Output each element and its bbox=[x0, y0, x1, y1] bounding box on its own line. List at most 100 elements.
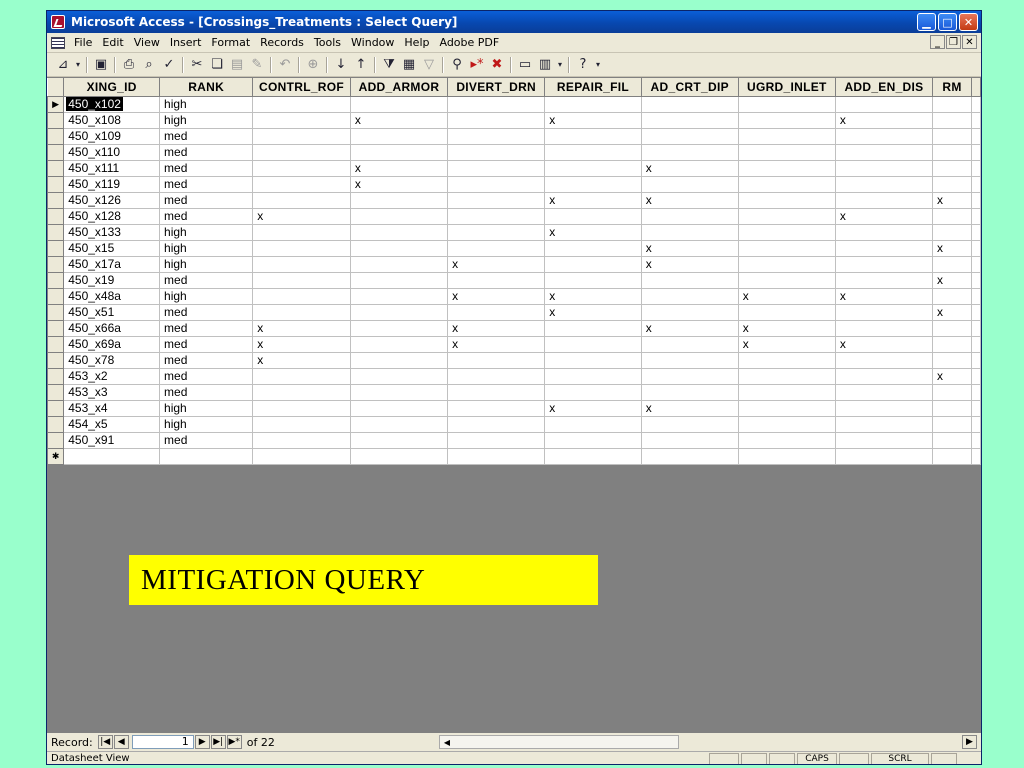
table-cell[interactable] bbox=[932, 112, 972, 129]
table-cell[interactable] bbox=[252, 256, 351, 273]
menu-insert[interactable]: Insert bbox=[165, 36, 207, 49]
menu-view[interactable]: View bbox=[129, 36, 165, 49]
table-cell[interactable] bbox=[640, 176, 739, 193]
table-cell[interactable] bbox=[544, 336, 642, 353]
record-selector[interactable] bbox=[47, 192, 65, 209]
table-cell[interactable]: x bbox=[544, 400, 642, 417]
table-cell[interactable]: x bbox=[737, 288, 836, 305]
record-selector[interactable] bbox=[47, 144, 65, 161]
table-cell[interactable] bbox=[349, 384, 449, 401]
table-row[interactable]: 450_x109 med bbox=[47, 128, 981, 145]
table-cell[interactable]: x bbox=[932, 304, 972, 321]
table-cell[interactable] bbox=[737, 304, 836, 321]
table-cell[interactable] bbox=[640, 304, 739, 321]
table-cell[interactable] bbox=[834, 176, 934, 193]
table-cell[interactable]: x bbox=[252, 320, 351, 337]
table-cell[interactable] bbox=[349, 288, 449, 305]
table-cell[interactable] bbox=[640, 144, 739, 161]
delete-record-icon[interactable]: ✖ bbox=[487, 56, 507, 74]
table-cell[interactable] bbox=[252, 400, 351, 417]
table-cell[interactable] bbox=[349, 240, 449, 257]
record-selector[interactable] bbox=[47, 432, 65, 449]
table-cell[interactable] bbox=[447, 240, 546, 257]
menu-adobe-pdf[interactable]: Adobe PDF bbox=[434, 36, 504, 49]
table-cell[interactable] bbox=[447, 160, 546, 177]
table-cell[interactable] bbox=[932, 416, 972, 433]
table-cell[interactable] bbox=[834, 352, 934, 369]
table-cell[interactable] bbox=[447, 368, 546, 385]
table-cell[interactable] bbox=[447, 96, 546, 113]
new-record-row[interactable]: ✱ bbox=[47, 448, 981, 465]
record-selector[interactable] bbox=[47, 272, 65, 289]
scroll-right-icon[interactable]: ▶ bbox=[962, 735, 977, 749]
table-cell[interactable]: x bbox=[544, 112, 642, 129]
table-cell[interactable]: x bbox=[932, 192, 972, 209]
table-cell[interactable]: x bbox=[640, 400, 739, 417]
record-selector[interactable] bbox=[47, 320, 65, 337]
column-header-contrl-rof[interactable]: CONTRL_ROF bbox=[252, 77, 351, 97]
table-cell[interactable] bbox=[640, 368, 739, 385]
column-header-add-armor[interactable]: ADD_ARMOR bbox=[349, 77, 449, 97]
record-selector[interactable] bbox=[47, 400, 65, 417]
table-row[interactable]: 450_x111 med x x bbox=[47, 160, 981, 177]
table-row[interactable]: 453_x2 med x bbox=[47, 368, 981, 385]
spelling-icon[interactable]: ✓ bbox=[159, 56, 179, 74]
table-cell[interactable]: high bbox=[159, 240, 254, 257]
table-cell[interactable]: 453_x2 bbox=[63, 368, 161, 385]
table-cell[interactable] bbox=[640, 272, 739, 289]
doc-close-button[interactable]: ✕ bbox=[962, 35, 977, 49]
table-cell[interactable] bbox=[252, 128, 351, 145]
table-cell[interactable] bbox=[932, 432, 972, 449]
table-cell[interactable]: 450_x48a bbox=[63, 288, 161, 305]
doc-minimize-button[interactable]: _ bbox=[930, 35, 945, 49]
record-selector[interactable] bbox=[47, 288, 65, 305]
maximize-button[interactable]: □ bbox=[938, 13, 957, 31]
table-cell[interactable]: med bbox=[159, 128, 254, 145]
table-row[interactable]: 450_x15 high x x bbox=[47, 240, 981, 257]
help-icon[interactable]: ? bbox=[573, 56, 593, 74]
table-cell[interactable]: med bbox=[159, 144, 254, 161]
table-cell[interactable]: 450_x126 bbox=[63, 192, 161, 209]
table-cell[interactable] bbox=[544, 416, 642, 433]
table-cell[interactable] bbox=[252, 96, 351, 113]
table-cell[interactable] bbox=[737, 432, 836, 449]
table-cell[interactable] bbox=[447, 208, 546, 225]
table-cell[interactable] bbox=[447, 176, 546, 193]
table-cell[interactable]: med bbox=[159, 272, 254, 289]
table-cell[interactable] bbox=[544, 160, 642, 177]
table-cell[interactable]: x bbox=[834, 112, 934, 129]
table-row[interactable]: 453_x4 high x x bbox=[47, 400, 981, 417]
column-header-ugrd-inlet[interactable]: UGRD_INLET bbox=[737, 77, 836, 97]
table-cell[interactable]: 450_x91 bbox=[63, 432, 161, 449]
table-cell[interactable] bbox=[737, 144, 836, 161]
table-cell[interactable]: x bbox=[544, 224, 642, 241]
menu-help[interactable]: Help bbox=[399, 36, 434, 49]
view-design-icon[interactable]: ⊿ bbox=[53, 56, 73, 74]
table-cell[interactable]: 450_x110 bbox=[63, 144, 161, 161]
table-cell[interactable] bbox=[737, 112, 836, 129]
table-cell[interactable] bbox=[834, 320, 934, 337]
table-cell[interactable] bbox=[834, 368, 934, 385]
table-cell[interactable]: x bbox=[737, 320, 836, 337]
table-row[interactable]: 450_x78 med x bbox=[47, 352, 981, 369]
table-cell[interactable] bbox=[349, 144, 449, 161]
record-selector[interactable] bbox=[47, 304, 65, 321]
table-cell[interactable] bbox=[447, 384, 546, 401]
table-cell[interactable]: high bbox=[159, 288, 254, 305]
table-cell[interactable] bbox=[834, 384, 934, 401]
table-row[interactable]: 450_x126 med x x x bbox=[47, 192, 981, 209]
next-record-button[interactable]: ▶ bbox=[194, 735, 210, 749]
record-selector[interactable] bbox=[47, 336, 65, 353]
column-header-repair-fil[interactable]: REPAIR_FIL bbox=[544, 77, 642, 97]
table-cell[interactable] bbox=[737, 208, 836, 225]
table-cell[interactable] bbox=[544, 240, 642, 257]
table-cell[interactable]: x bbox=[932, 272, 972, 289]
table-cell[interactable] bbox=[932, 336, 972, 353]
table-cell[interactable] bbox=[834, 144, 934, 161]
table-cell[interactable] bbox=[737, 416, 836, 433]
table-cell[interactable]: high bbox=[159, 416, 254, 433]
table-cell[interactable] bbox=[834, 240, 934, 257]
chevron-down-icon[interactable]: ▾ bbox=[555, 56, 565, 74]
first-record-button[interactable]: |◀ bbox=[97, 735, 113, 749]
column-header-xing-id[interactable]: XING_ID bbox=[63, 77, 161, 97]
